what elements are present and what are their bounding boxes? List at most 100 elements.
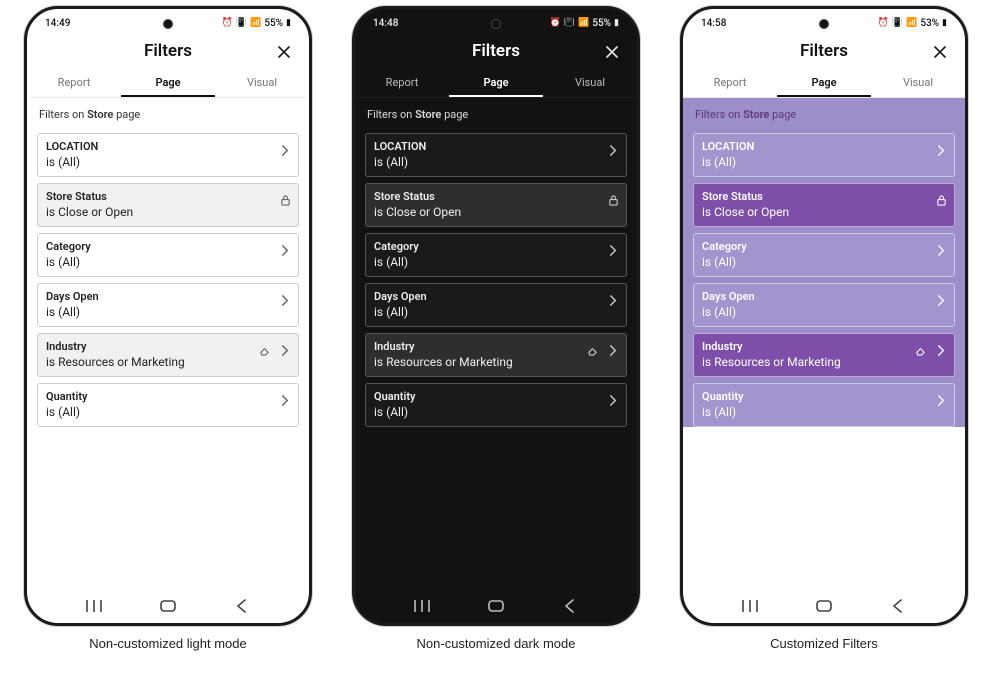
tab-visual[interactable]: Visual xyxy=(215,68,309,97)
eraser-icon[interactable] xyxy=(587,341,598,360)
filter-card-store status[interactable]: Store Status is Close or Open xyxy=(693,183,955,227)
battery-icon: ▮ xyxy=(614,19,619,28)
tab-report[interactable]: Report xyxy=(27,68,121,97)
tab-report[interactable]: Report xyxy=(683,68,777,97)
filter-card-store status[interactable]: Store Status is Close or Open xyxy=(37,183,299,227)
status-time: 14:48 xyxy=(373,18,398,29)
filter-value: is (All) xyxy=(702,155,946,169)
filter-card-days open[interactable]: Days Open is (All) xyxy=(37,283,299,327)
filter-value: is Close or Open xyxy=(702,205,946,219)
filter-value: is Close or Open xyxy=(46,205,290,219)
battery-icon: ▮ xyxy=(942,19,947,28)
page-header: Filters xyxy=(27,37,309,68)
alarm-icon: ⏰ xyxy=(222,19,233,28)
filter-card-industry[interactable]: Industry is Resources or Marketing xyxy=(693,333,955,377)
filter-title: Category xyxy=(702,240,946,253)
recents-button[interactable] xyxy=(85,597,103,615)
chevron-right-icon xyxy=(280,291,291,310)
filter-title: LOCATION xyxy=(46,140,290,153)
eraser-icon[interactable] xyxy=(915,341,926,360)
filter-value: is Resources or Marketing xyxy=(374,355,618,369)
page-header: Filters xyxy=(683,37,965,68)
filter-card-category[interactable]: Category is (All) xyxy=(37,233,299,277)
battery-percent: 55% xyxy=(264,18,283,29)
filter-title: Store Status xyxy=(374,190,618,203)
filter-title: Industry xyxy=(374,340,618,353)
chevron-right-icon xyxy=(280,141,291,160)
tab-page[interactable]: Page xyxy=(449,68,543,97)
tab-page[interactable]: Page xyxy=(777,68,871,97)
filter-card-quantity[interactable]: Quantity is (All) xyxy=(37,383,299,427)
chevron-right-icon xyxy=(936,241,947,260)
phone-purple: 14:58 ⏰ 📳 📶 53% ▮ Filters ReportPageVisu… xyxy=(680,6,968,626)
filter-card-category[interactable]: Category is (All) xyxy=(693,233,955,277)
home-button[interactable] xyxy=(159,597,177,615)
tab-report[interactable]: Report xyxy=(355,68,449,97)
filter-card-store status[interactable]: Store Status is Close or Open xyxy=(365,183,627,227)
back-button[interactable] xyxy=(561,597,579,615)
tab-visual[interactable]: Visual xyxy=(871,68,965,97)
battery-percent: 53% xyxy=(920,18,939,29)
filter-title: Industry xyxy=(702,340,946,353)
filter-card-industry[interactable]: Industry is Resources or Marketing xyxy=(365,333,627,377)
filter-title: LOCATION xyxy=(702,140,946,153)
wifi-icon: 📶 xyxy=(250,19,261,28)
close-button[interactable] xyxy=(273,41,295,63)
filter-title: Store Status xyxy=(46,190,290,203)
filter-value: is (All) xyxy=(374,305,618,319)
filter-card-quantity[interactable]: Quantity is (All) xyxy=(693,383,955,427)
tabs: ReportPageVisual xyxy=(683,68,965,98)
page-title: Filters xyxy=(472,41,520,61)
filter-card-days open[interactable]: Days Open is (All) xyxy=(693,283,955,327)
filter-value: is (All) xyxy=(46,255,290,269)
eraser-icon[interactable] xyxy=(259,341,270,360)
tab-page[interactable]: Page xyxy=(121,68,215,97)
camera-notch xyxy=(819,19,829,29)
lock-icon xyxy=(936,191,947,210)
home-button[interactable] xyxy=(487,597,505,615)
filter-value: is (All) xyxy=(702,255,946,269)
tab-visual[interactable]: Visual xyxy=(543,68,637,97)
android-nav-bar xyxy=(683,597,965,615)
section-label: Filters on Store page xyxy=(355,98,637,127)
chevron-right-icon xyxy=(280,341,291,360)
close-button[interactable] xyxy=(601,41,623,63)
back-button[interactable] xyxy=(889,597,907,615)
filter-card-industry[interactable]: Industry is Resources or Marketing xyxy=(37,333,299,377)
filter-value: is (All) xyxy=(46,305,290,319)
filter-value: is (All) xyxy=(702,405,946,419)
filter-card-location[interactable]: LOCATION is (All) xyxy=(37,133,299,177)
chevron-right-icon xyxy=(608,341,619,360)
chevron-right-icon xyxy=(608,241,619,260)
vibrate-icon: 📳 xyxy=(564,19,575,28)
filter-card-location[interactable]: LOCATION is (All) xyxy=(693,133,955,177)
filter-title: Days Open xyxy=(46,290,290,303)
phone-dark: 14:48 ⏰ 📳 📶 55% ▮ Filters ReportPageVisu… xyxy=(352,6,640,626)
filter-value: is Close or Open xyxy=(374,205,618,219)
content-area: Filters on Store page LOCATION is (All) … xyxy=(27,98,309,427)
filter-card-days open[interactable]: Days Open is (All) xyxy=(365,283,627,327)
chevron-right-icon xyxy=(936,291,947,310)
back-button[interactable] xyxy=(233,597,251,615)
recents-button[interactable] xyxy=(413,597,431,615)
alarm-icon: ⏰ xyxy=(878,19,889,28)
recents-button[interactable] xyxy=(741,597,759,615)
filter-title: Days Open xyxy=(702,290,946,303)
filter-title: Store Status xyxy=(702,190,946,203)
filter-card-location[interactable]: LOCATION is (All) xyxy=(365,133,627,177)
filter-title: Category xyxy=(374,240,618,253)
wifi-icon: 📶 xyxy=(906,19,917,28)
filter-title: Quantity xyxy=(702,390,946,403)
chevron-right-icon xyxy=(608,141,619,160)
chevron-right-icon xyxy=(608,291,619,310)
filter-card-category[interactable]: Category is (All) xyxy=(365,233,627,277)
filter-card-quantity[interactable]: Quantity is (All) xyxy=(365,383,627,427)
wifi-icon: 📶 xyxy=(578,19,589,28)
filter-title: Quantity xyxy=(374,390,618,403)
home-button[interactable] xyxy=(815,597,833,615)
close-button[interactable] xyxy=(929,41,951,63)
lock-icon xyxy=(280,191,291,210)
filter-value: is (All) xyxy=(374,255,618,269)
alarm-icon: ⏰ xyxy=(550,19,561,28)
chevron-right-icon xyxy=(936,391,947,410)
